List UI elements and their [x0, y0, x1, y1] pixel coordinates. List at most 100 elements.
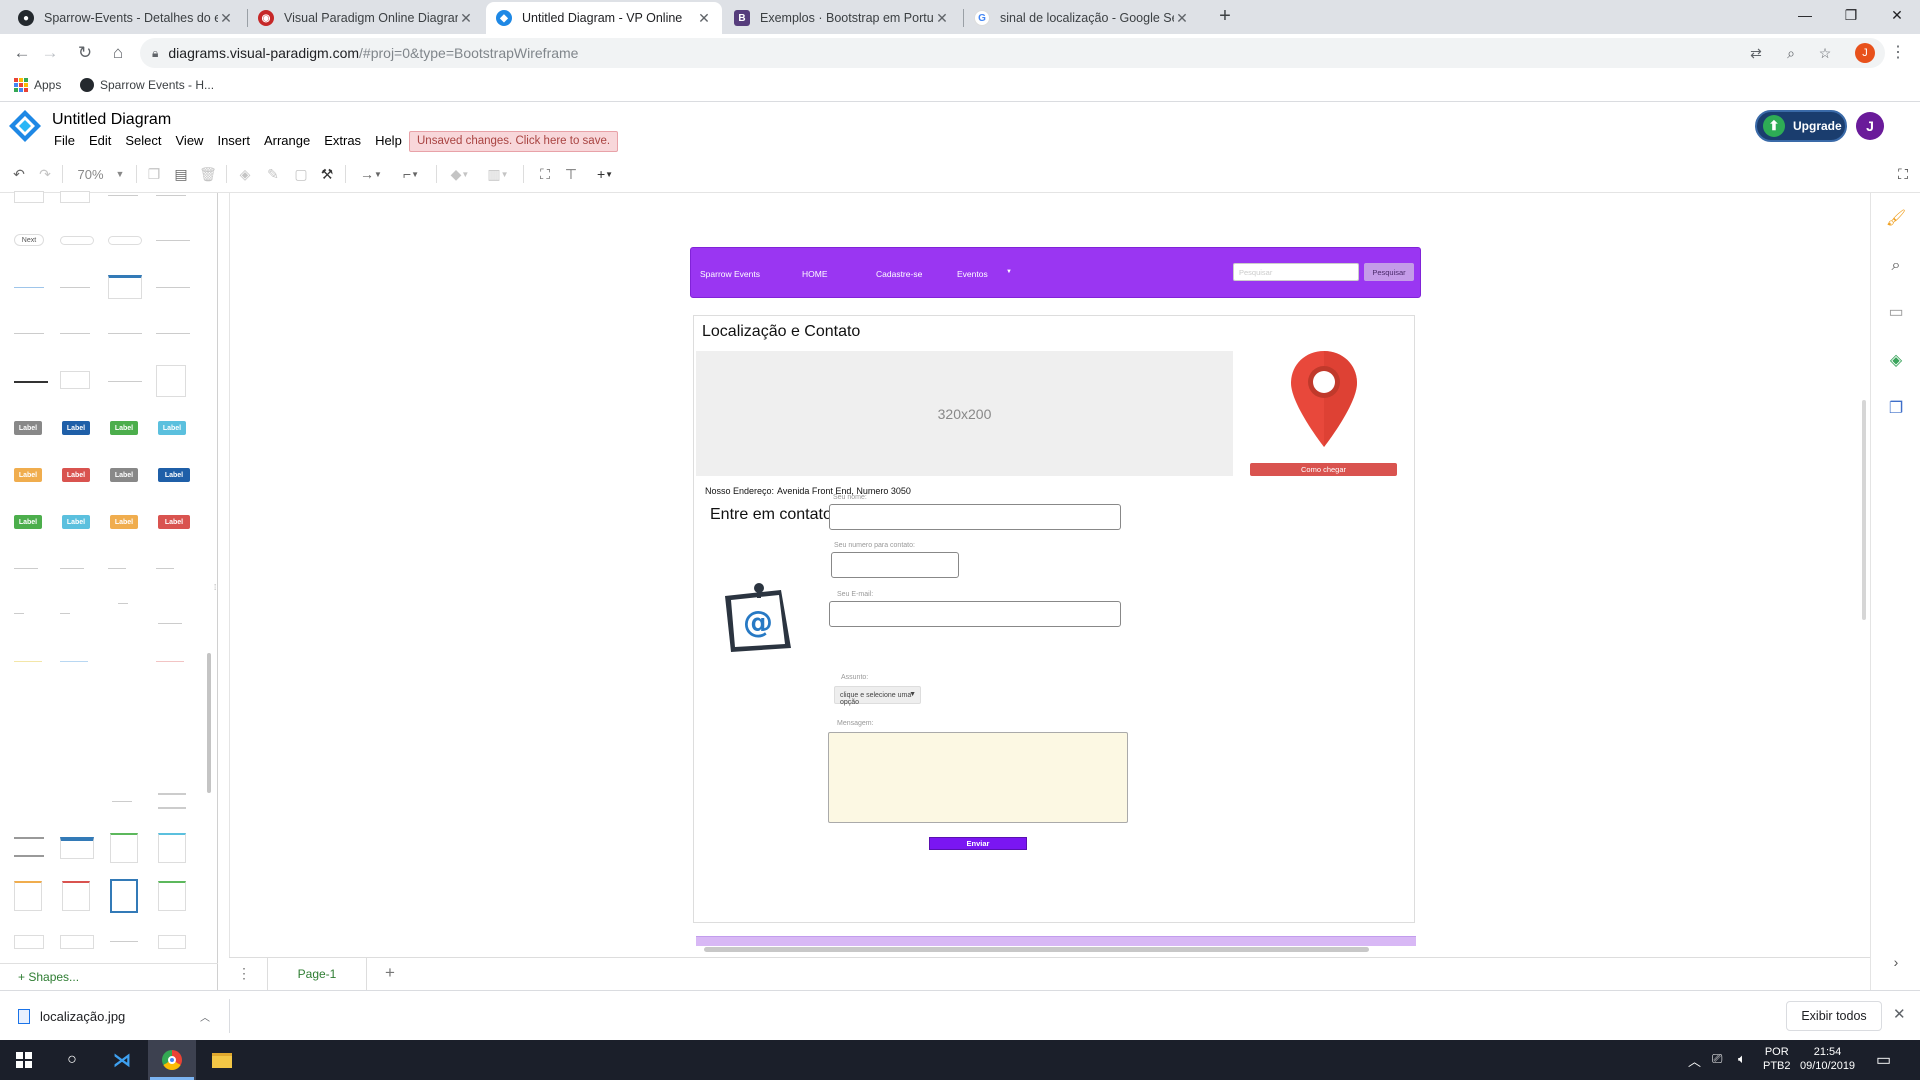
- shape-thumbnail[interactable]: [60, 333, 90, 334]
- close-downloads-icon[interactable]: ✕: [1893, 1005, 1906, 1023]
- label-badge-warning[interactable]: Label: [110, 515, 138, 529]
- menu-arrange[interactable]: Arrange: [264, 133, 310, 148]
- shape-thumbnail[interactable]: [60, 287, 90, 288]
- keyboard-language[interactable]: POR PTB2: [1763, 1045, 1791, 1073]
- close-tab-icon[interactable]: ✕: [934, 10, 950, 27]
- bookmark-apps[interactable]: Apps: [14, 78, 61, 92]
- bookmark-sparrow-events[interactable]: Sparrow Events - H...: [80, 78, 214, 92]
- page-tab-1[interactable]: Page-1: [267, 958, 367, 990]
- shape-thumbnail[interactable]: [156, 195, 186, 196]
- menu-edit[interactable]: Edit: [89, 133, 111, 148]
- format-painter-icon[interactable]: 🖌︎: [1885, 207, 1907, 229]
- undo-icon[interactable]: ↶: [10, 164, 28, 184]
- shape-thumbnail[interactable]: [60, 371, 90, 389]
- restore-icon[interactable]: ❐: [1828, 0, 1874, 30]
- shape-thumbnail[interactable]: [108, 275, 142, 299]
- shape-thumbnail[interactable]: [14, 837, 44, 857]
- bookmark-star-icon[interactable]: ☆: [1814, 43, 1836, 63]
- shape-thumbnail[interactable]: [156, 661, 184, 662]
- chevron-up-icon[interactable]: ︿: [200, 1009, 210, 1024]
- insert-plus-icon[interactable]: + ▼: [590, 164, 620, 184]
- message-textarea[interactable]: [828, 732, 1128, 823]
- line-color-icon[interactable]: ✎: [264, 164, 282, 184]
- waypoint-style-icon[interactable]: ⌐ ▼: [396, 164, 426, 184]
- navbar-link-eventos[interactable]: Eventos: [957, 269, 988, 279]
- wireframe-navbar[interactable]: Sparrow Events HOME Cadastre-se Eventos …: [690, 247, 1421, 298]
- shape-thumbnail[interactable]: [14, 935, 44, 949]
- shadow-icon[interactable]: ▢: [292, 164, 310, 184]
- label-badge-danger[interactable]: Label: [158, 515, 190, 529]
- subject-select[interactable]: clique e selecione uma opção ▼: [834, 686, 921, 706]
- visual-paradigm-logo-icon[interactable]: [8, 109, 42, 143]
- label-badge-primary[interactable]: Label: [62, 421, 90, 435]
- navbar-link-cadastre[interactable]: Cadastre-se: [876, 269, 922, 279]
- browser-tab-sparrow-events[interactable]: ● Sparrow-Events - Detalhes do ev ✕: [8, 2, 244, 34]
- delete-icon[interactable]: 🗑︎: [199, 164, 217, 184]
- shape-thumbnail[interactable]: [60, 837, 94, 859]
- forward-icon[interactable]: →: [36, 39, 64, 67]
- shape-thumbnail[interactable]: [156, 287, 190, 288]
- name-input[interactable]: [829, 504, 1121, 530]
- image-placeholder[interactable]: 320x200: [696, 351, 1233, 476]
- fill-color-icon[interactable]: ◈: [236, 164, 254, 184]
- add-page-icon[interactable]: +: [385, 963, 395, 983]
- shape-thumbnail[interactable]: [60, 661, 88, 662]
- label-badge-success[interactable]: Label: [110, 421, 138, 435]
- shape-thumbnail[interactable]: [156, 333, 190, 334]
- shape-thumbnail[interactable]: [158, 935, 186, 949]
- shape-thumbnail[interactable]: [110, 941, 138, 942]
- page-menu-icon[interactable]: ⋮: [237, 965, 251, 982]
- menu-insert[interactable]: Insert: [217, 133, 250, 148]
- email-at-sign-icon[interactable]: @: [719, 580, 799, 656]
- chevron-right-icon[interactable]: ›: [1885, 951, 1907, 973]
- download-item[interactable]: localização.jpg ︿: [18, 1003, 218, 1029]
- browser-tab-untitled-diagram[interactable]: ◆ Untitled Diagram - VP Online ✕: [486, 2, 722, 34]
- menu-select[interactable]: Select: [125, 133, 161, 148]
- shape-thumbnail[interactable]: [14, 381, 48, 383]
- menu-file[interactable]: File: [54, 133, 75, 148]
- shape-thumbnail[interactable]: [14, 661, 42, 662]
- close-tab-icon[interactable]: ✕: [696, 10, 712, 27]
- zoom-icon[interactable]: ⌕: [1780, 43, 1802, 63]
- canvas-horizontal-scrollbar[interactable]: [704, 947, 1369, 952]
- shape-thumbnail[interactable]: [14, 333, 44, 334]
- pages-icon[interactable]: ❐: [1885, 397, 1907, 419]
- menu-help[interactable]: Help: [375, 133, 402, 148]
- unsaved-changes-notice[interactable]: Unsaved changes. Click here to save.: [409, 131, 619, 152]
- submit-button[interactable]: Enviar: [929, 837, 1027, 850]
- cortana-search-icon[interactable]: ○: [48, 1040, 96, 1080]
- show-all-downloads-button[interactable]: Exibir todos: [1786, 1001, 1882, 1031]
- navbar-link-home[interactable]: HOME: [802, 269, 828, 279]
- label-badge-info[interactable]: Label: [62, 515, 90, 529]
- label-badge-info[interactable]: Label: [158, 421, 186, 435]
- location-contact-panel[interactable]: Localização e Contato 320x200 Como chega…: [693, 315, 1415, 923]
- arrange-front-icon[interactable]: ◆ ▼: [446, 164, 474, 184]
- phone-input[interactable]: [831, 552, 959, 578]
- panel-scrollbar[interactable]: [207, 653, 211, 793]
- fullscreen-icon[interactable]: ⛶: [1894, 164, 1912, 184]
- profile-avatar[interactable]: J: [1855, 43, 1875, 63]
- shape-thumbnail[interactable]: [156, 365, 186, 397]
- navbar-search-input[interactable]: Pesquisar: [1233, 263, 1359, 281]
- minimize-icon[interactable]: —: [1782, 0, 1828, 30]
- shape-thumbnail[interactable]: [14, 287, 44, 288]
- shape-thumbnail[interactable]: [112, 801, 132, 802]
- panel-resize-handle[interactable]: ⁞: [214, 583, 216, 592]
- label-badge-danger[interactable]: Label: [62, 468, 90, 482]
- home-icon[interactable]: ⌂: [104, 39, 132, 67]
- close-tab-icon[interactable]: ✕: [218, 10, 234, 27]
- shape-thumbnail[interactable]: [60, 236, 94, 245]
- shape-thumbnail[interactable]: [62, 881, 90, 911]
- shape-thumbnail[interactable]: [108, 195, 138, 196]
- shape-thumbnail[interactable]: [156, 240, 190, 241]
- align-icon[interactable]: ▥ ▼: [484, 164, 512, 184]
- upgrade-button[interactable]: ⬆ Upgrade: [1755, 110, 1847, 142]
- shape-thumbnail[interactable]: [158, 833, 186, 863]
- label-badge-primary[interactable]: Label: [158, 468, 190, 482]
- navbar-search-button[interactable]: Pesquisar: [1364, 263, 1414, 281]
- close-tab-icon[interactable]: ✕: [458, 10, 474, 27]
- zoom-select[interactable]: 70% ▼: [76, 164, 126, 184]
- fit-page-icon[interactable]: ⛶: [536, 164, 554, 184]
- shape-thumbnail[interactable]: [14, 568, 38, 569]
- shape-thumbnail[interactable]: [14, 613, 24, 614]
